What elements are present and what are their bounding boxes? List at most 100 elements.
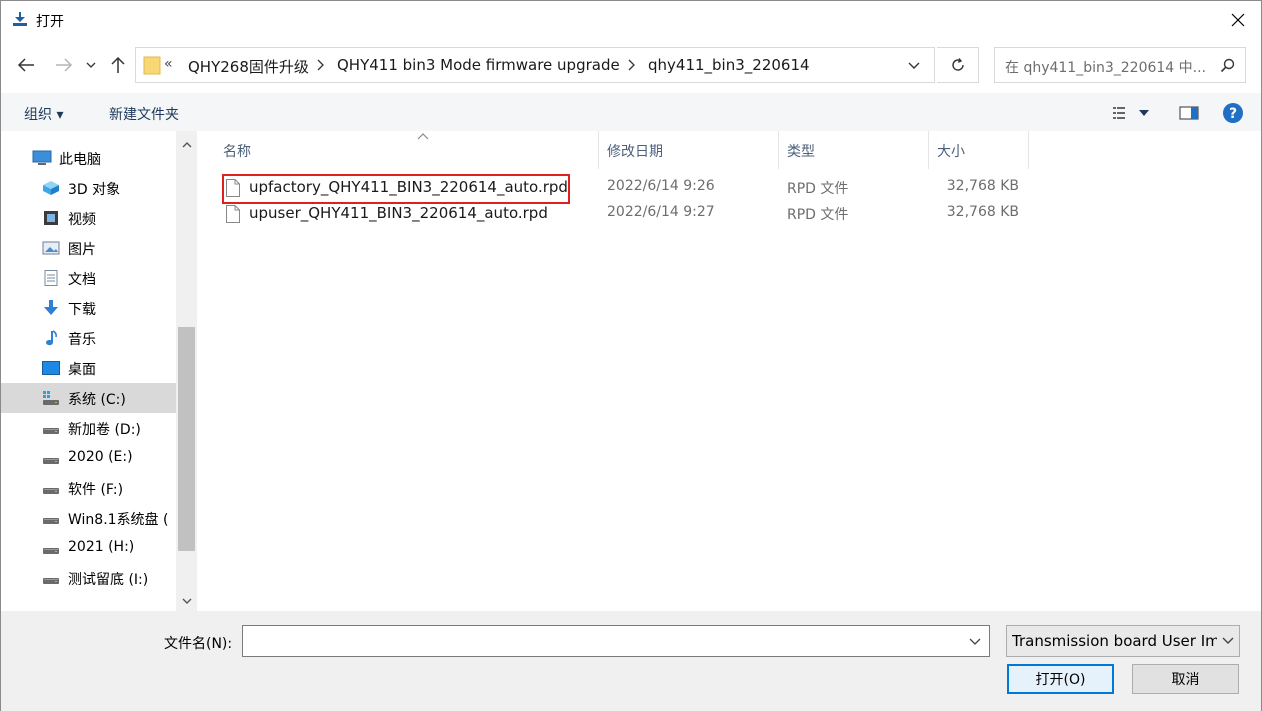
- column-header-name[interactable]: 名称: [215, 131, 599, 169]
- close-icon: [1231, 13, 1245, 27]
- download-icon: [13, 12, 27, 26]
- search-input[interactable]: 在 qhy411_bin3_220614 中...: [994, 47, 1246, 83]
- chevron-down-icon: [908, 62, 920, 69]
- filename-label: 文件名(N):: [164, 636, 233, 652]
- nav-item-drive-e[interactable]: 2020 (E:): [1, 443, 176, 473]
- title-bar: 打开: [1, 1, 1261, 39]
- details-view-icon: [1113, 107, 1125, 119]
- file-row[interactable]: upfactory_QHY411_BIN3_220614_auto.rpd 20…: [218, 175, 1058, 201]
- filename-history-button[interactable]: [961, 626, 989, 656]
- file-icon: [226, 179, 240, 197]
- nav-item-drive-g[interactable]: Win8.1系统盘 (: [1, 503, 176, 533]
- close-button[interactable]: [1215, 1, 1261, 39]
- filename-field[interactable]: [242, 625, 990, 657]
- file-name: upfactory_QHY411_BIN3_220614_auto.rpd: [249, 178, 568, 196]
- nav-label: 2020 (E:): [68, 449, 133, 465]
- organize-menu[interactable]: 组织 ▾: [24, 104, 63, 124]
- computer-icon: [32, 150, 52, 165]
- chevron-right-icon[interactable]: [627, 58, 637, 72]
- help-icon: ?: [1223, 103, 1243, 123]
- nav-item-3d-objects[interactable]: 3D 对象: [1, 173, 176, 203]
- nav-item-documents[interactable]: 文档: [1, 263, 176, 293]
- folder-icon: [143, 56, 161, 75]
- drive-icon: [43, 578, 59, 584]
- file-size: 32,768 KB: [946, 204, 1019, 220]
- chevron-down-icon: [86, 62, 96, 68]
- desktop-icon: [42, 361, 60, 375]
- chevron-right-icon[interactable]: [316, 58, 326, 72]
- column-header-date[interactable]: 修改日期: [599, 131, 779, 169]
- open-file-dialog: 打开 « QHY268固件升级 QHY411 bin3 Mode firmwar…: [0, 0, 1262, 711]
- drive-icon: [43, 548, 59, 554]
- nav-label: 3D 对象: [68, 182, 121, 198]
- address-history-button[interactable]: [894, 48, 934, 82]
- open-button[interactable]: 打开(O): [1007, 664, 1114, 694]
- nav-label: 视频: [68, 212, 96, 228]
- navigation-pane: 此电脑 3D 对象 视频 图片 文档 下载 音乐 桌面 系统 (C:) 新加卷 …: [1, 131, 197, 611]
- new-folder-button[interactable]: 新建文件夹: [109, 104, 179, 124]
- picture-icon: [42, 241, 60, 255]
- drive-icon: [43, 488, 59, 494]
- video-icon: [44, 211, 58, 225]
- drive-icon: [43, 458, 59, 464]
- nav-item-drive-d[interactable]: 新加卷 (D:): [1, 413, 176, 443]
- arrow-up-icon: [111, 56, 125, 73]
- nav-item-drive-f[interactable]: 软件 (F:): [1, 473, 176, 503]
- refresh-button[interactable]: [937, 47, 979, 83]
- column-divider[interactable]: [1028, 131, 1029, 169]
- file-date: 2022/6/14 9:26: [607, 178, 715, 194]
- arrow-right-icon: [56, 58, 73, 72]
- file-date: 2022/6/14 9:27: [607, 204, 715, 220]
- nav-scrollbar[interactable]: [176, 131, 197, 611]
- column-label: 名称: [223, 144, 251, 160]
- nav-item-this-pc[interactable]: 此电脑: [1, 143, 176, 173]
- file-name: upuser_QHY411_BIN3_220614_auto.rpd: [249, 204, 548, 222]
- file-list: 名称 修改日期 类型 大小 upfactory_QHY411_BIN3_2206…: [198, 131, 1261, 611]
- recent-locations-button[interactable]: [81, 53, 101, 77]
- nav-item-desktop[interactable]: 桌面: [1, 353, 176, 383]
- window-title: 打开: [36, 14, 64, 30]
- address-bar[interactable]: « QHY268固件升级 QHY411 bin3 Mode firmware u…: [135, 47, 935, 83]
- download-icon: [44, 300, 58, 315]
- breadcrumb-overflow[interactable]: «: [164, 56, 173, 72]
- nav-label: 2021 (H:): [68, 539, 135, 555]
- cancel-button[interactable]: 取消: [1132, 664, 1239, 694]
- search-icon[interactable]: [1220, 58, 1235, 73]
- forward-button[interactable]: [52, 53, 76, 77]
- chevron-down-icon: [1139, 110, 1149, 116]
- column-header-size[interactable]: 大小: [929, 131, 1029, 169]
- nav-item-music[interactable]: 音乐: [1, 323, 176, 353]
- column-label: 大小: [937, 144, 965, 160]
- nav-item-downloads[interactable]: 下载: [1, 293, 176, 323]
- file-type-select[interactable]: Transmission board User Im: [1006, 625, 1240, 657]
- breadcrumb-item[interactable]: qhy411_bin3_220614: [648, 56, 810, 74]
- nav-item-drive-i[interactable]: 测试留底 (I:): [1, 563, 176, 593]
- nav-item-videos[interactable]: 视频: [1, 203, 176, 233]
- chevron-down-icon: [969, 638, 981, 645]
- file-type: RPD 文件: [787, 207, 849, 223]
- scroll-up-button[interactable]: [176, 135, 197, 155]
- breadcrumb-item[interactable]: QHY268固件升级: [188, 56, 309, 77]
- nav-item-pictures[interactable]: 图片: [1, 233, 176, 263]
- scroll-down-button[interactable]: [176, 591, 197, 611]
- drive-icon: [43, 428, 59, 434]
- music-icon: [46, 330, 57, 346]
- cube-icon: [43, 181, 59, 195]
- help-button[interactable]: ?: [1221, 102, 1245, 124]
- drive-icon: [43, 518, 59, 524]
- nav-item-drive-c[interactable]: 系统 (C:): [1, 383, 176, 413]
- change-view-button[interactable]: [1107, 102, 1155, 124]
- back-button[interactable]: [14, 53, 38, 77]
- up-button[interactable]: [106, 53, 130, 77]
- nav-label: 新加卷 (D:): [68, 422, 141, 438]
- column-header-type[interactable]: 类型: [779, 131, 929, 169]
- scroll-thumb[interactable]: [178, 327, 195, 551]
- nav-label: 此电脑: [59, 152, 101, 168]
- breadcrumb-item[interactable]: QHY411 bin3 Mode firmware upgrade: [337, 56, 620, 74]
- refresh-icon: [951, 58, 964, 71]
- nav-item-drive-h[interactable]: 2021 (H:): [1, 533, 176, 563]
- file-row[interactable]: upuser_QHY411_BIN3_220614_auto.rpd 2022/…: [218, 201, 1058, 227]
- nav-label: 系统 (C:): [68, 392, 126, 408]
- sort-ascending-icon: [417, 133, 429, 140]
- preview-pane-button[interactable]: [1177, 102, 1201, 124]
